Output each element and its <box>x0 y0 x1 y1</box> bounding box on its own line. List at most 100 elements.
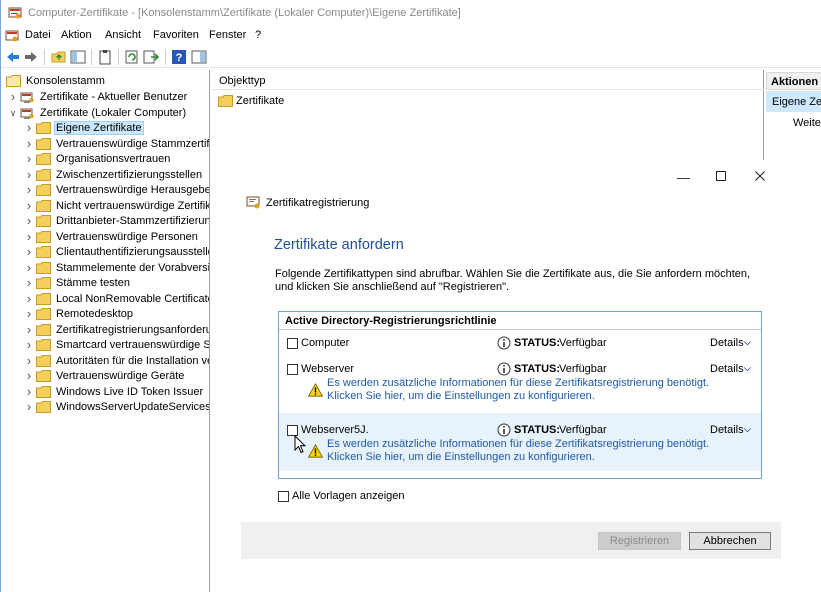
template-name: Computer <box>301 337 350 349</box>
configure-settings-link[interactable]: Es werden zusätzliche Informationen für … <box>327 377 747 403</box>
chevron-right-icon[interactable]: › <box>24 245 34 258</box>
chevron-right-icon[interactable]: › <box>8 90 18 103</box>
chevron-down-icon[interactable]: ⌵ <box>744 337 751 348</box>
export-list-icon[interactable] <box>143 49 159 65</box>
toolbar-separator <box>165 49 166 65</box>
tree-item[interactable]: › Organisationsvertrauen <box>24 151 172 167</box>
tree-item[interactable]: › Vertrauenswürdige Geräte <box>24 368 186 384</box>
menu-fenster[interactable]: Fenster <box>209 29 246 41</box>
chevron-right-icon[interactable]: › <box>24 183 34 196</box>
tree-item[interactable]: › Vertrauenswürdige Personen <box>24 229 200 245</box>
chevron-right-icon[interactable]: › <box>24 307 34 320</box>
tree-item[interactable]: › Vertrauenswürdige Herausgeber <box>24 182 209 198</box>
forward-arrow-icon[interactable] <box>23 49 39 65</box>
template-row-webserver5j: Webserver5J. STATUS: Verfügbar Details ⌵… <box>279 413 761 471</box>
folder-icon <box>36 308 51 320</box>
show-all-checkbox[interactable] <box>278 490 289 502</box>
tree-item[interactable]: › Windows Live ID Token Issuer <box>24 384 205 400</box>
refresh-icon[interactable] <box>124 49 140 65</box>
chevron-right-icon[interactable]: › <box>24 385 34 398</box>
chevron-down-icon[interactable]: ⌵ <box>744 424 751 435</box>
tree-item-label: Autoritäten für die Installation ve <box>56 354 210 367</box>
chevron-right-icon[interactable]: › <box>24 292 34 305</box>
chevron-down-icon[interactable]: ⌵ <box>744 363 751 374</box>
tree-item-label: Clientauthentifizierungsausstelle <box>56 246 210 258</box>
tree-item[interactable]: › Vertrauenswürdige Stammzertifi <box>24 136 209 152</box>
show-all-templates[interactable]: Alle Vorlagen anzeigen <box>278 490 405 502</box>
chevron-down-icon[interactable]: ∨ <box>8 108 18 118</box>
chevron-right-icon[interactable]: › <box>24 338 34 351</box>
help-icon[interactable]: ? <box>171 49 187 65</box>
template-row-computer: Computer STATUS: Verfügbar Details ⌵ <box>279 331 761 357</box>
menu-ansicht[interactable]: Ansicht <box>105 29 141 41</box>
folder-icon <box>36 292 51 305</box>
tree-item[interactable]: › Clientauthentifizierungsausstelle <box>24 244 210 260</box>
dialog-header-text: Zertifikatregistrierung <box>266 197 370 209</box>
tree-item[interactable]: ∨ Zertifikate (Lokaler Computer) <box>8 105 188 121</box>
tree-item[interactable]: › Zertifikate - Aktueller Benutzer <box>8 89 189 105</box>
folder-icon <box>36 246 51 258</box>
chevron-right-icon[interactable]: › <box>24 276 34 289</box>
tree-item-label: Vertrauenswürdige Personen <box>56 230 198 243</box>
cancel-button[interactable]: Abbrechen <box>689 532 771 550</box>
chevron-right-icon[interactable]: › <box>24 400 34 413</box>
folder-icon <box>6 75 21 87</box>
actions-more-link[interactable]: Weiter <box>793 117 821 129</box>
chevron-right-icon[interactable]: › <box>24 230 34 243</box>
menu-aktion[interactable]: Aktion <box>61 29 92 41</box>
tree-item[interactable]: › Stammelemente der Vorabversion <box>24 260 209 276</box>
tree-item-label: Zertifikatregistrierungsanforderur <box>56 323 210 336</box>
menu-datei[interactable]: Datei <box>25 29 51 41</box>
tree-item[interactable]: › Drittanbieter-Stammzertifizierung <box>24 213 209 229</box>
tree-item-label: Eigene Zertifikate <box>54 121 144 135</box>
tree-item[interactable]: › Zertifikatregistrierungsanforderur <box>24 322 210 338</box>
tree-item[interactable]: › Eigene Zertifikate <box>24 120 144 136</box>
configure-settings-link[interactable]: Es werden zusätzliche Informationen für … <box>327 438 747 464</box>
details-link[interactable]: Details <box>710 363 744 375</box>
tree-item-label: Zertifikate (Lokaler Computer) <box>40 106 187 119</box>
chevron-right-icon[interactable]: › <box>24 152 34 165</box>
enrollment-policy-panel: Active Directory-Registrierungsrichtlini… <box>278 311 762 479</box>
chevron-right-icon[interactable]: › <box>24 354 34 367</box>
tree-item[interactable]: › Autoritäten für die Installation ve <box>24 353 210 369</box>
tree-item[interactable]: › Remotedesktop <box>24 306 135 322</box>
menu-help[interactable]: ? <box>255 29 261 41</box>
list-item-zertifikate[interactable]: Zertifikate <box>218 95 284 107</box>
register-button[interactable]: Registrieren <box>598 532 681 550</box>
tree-item-label: Smartcard vertrauenswürdige Stä <box>56 339 210 351</box>
tree-item[interactable]: › Local NonRemovable Certificates <box>24 291 209 307</box>
certificate-console-icon[interactable] <box>5 29 19 43</box>
chevron-right-icon[interactable]: › <box>24 323 34 336</box>
details-link[interactable]: Details <box>710 337 744 349</box>
minimize-button[interactable]: — <box>677 170 690 185</box>
menu-favoriten[interactable]: Favoriten <box>153 29 199 41</box>
tree-item[interactable]: › Stämme testen <box>24 275 132 291</box>
chevron-right-icon[interactable]: › <box>24 121 34 134</box>
chevron-right-icon[interactable]: › <box>24 168 34 181</box>
chevron-right-icon[interactable]: › <box>24 137 34 150</box>
cert-store-icon <box>20 91 35 103</box>
template-checkbox[interactable] <box>287 364 298 375</box>
tree-item[interactable]: › WindowsServerUpdateServices <box>24 399 209 415</box>
actions-selected-item[interactable]: Eigene Zerti <box>766 91 821 112</box>
chevron-right-icon[interactable]: › <box>24 261 34 274</box>
maximize-button[interactable] <box>716 171 726 181</box>
details-link[interactable]: Details <box>710 424 744 436</box>
close-button[interactable] <box>755 171 765 181</box>
up-folder-icon[interactable] <box>51 49 67 65</box>
tree-item[interactable]: › Zwischenzertifizierungsstellen <box>24 167 204 183</box>
show-tree-icon[interactable] <box>70 49 86 65</box>
tree-item[interactable]: › Nicht vertrauenswürdige Zertifika <box>24 198 209 214</box>
chevron-right-icon[interactable]: › <box>24 369 34 382</box>
tree-item[interactable]: › Smartcard vertrauenswürdige Stä <box>24 337 210 353</box>
folder-icon <box>36 323 51 336</box>
back-arrow-icon[interactable] <box>5 49 21 65</box>
menu-bar: Datei Aktion Ansicht Favoriten Fenster ? <box>1 26 821 46</box>
chevron-right-icon[interactable]: › <box>24 214 34 227</box>
column-header-objekttyp[interactable]: Objekttyp <box>212 70 764 90</box>
template-checkbox[interactable] <box>287 338 298 349</box>
tree-root[interactable]: Konsolenstamm <box>6 73 107 89</box>
chevron-right-icon[interactable]: › <box>24 199 34 212</box>
clipboard-icon[interactable] <box>97 49 113 65</box>
show-action-pane-icon[interactable] <box>191 49 207 65</box>
